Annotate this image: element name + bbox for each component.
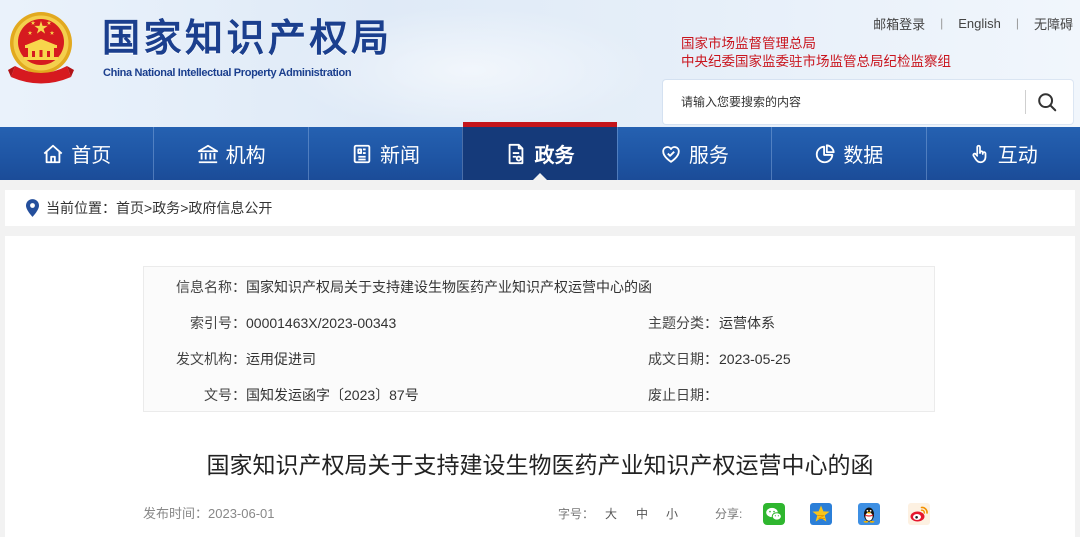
share-label: 分享: [715,507,743,521]
interaction-hand-icon [972,144,987,163]
info-issuer-label: 发文机构： [176,351,246,367]
info-row: 索引号： 00001463X/2023-00343 主题分类： 运营体系 [144,305,934,341]
search-divider [1025,90,1026,114]
site-subtitle: China National Intellectual Property Adm… [103,67,352,79]
publish-label: 发布时间： [143,506,209,521]
publish-time: 发布时间：2023-06-01 [143,503,275,525]
nav-item-data[interactable]: 数据 [771,127,925,180]
accessibility-link[interactable]: 无障碍 [1034,14,1073,33]
breadcrumb-separator: > [144,200,153,216]
info-index-value: 00001463X/2023-00343 [246,315,397,331]
affiliation-link-discipline[interactable]: 中央纪委国家监委驻市场监管总局纪检监察组 [681,53,951,71]
top-links-separator: | [940,16,944,30]
top-links-separator: | [1015,16,1019,30]
font-size-label: 字号： [558,507,595,521]
document-title: 国家知识产权局关于支持建设生物医药产业知识产权运营中心的函 [206,452,874,478]
breadcrumb: 当前位置：首页>政务>政府信息公开 [5,190,1075,226]
info-written-date-value: 2023-05-25 [719,351,791,367]
nav-label: 首页 [71,145,112,167]
home-icon [43,144,63,163]
service-heart-icon [662,145,680,163]
site-logo[interactable]: 国家知识产权局 China National Intellectual Prop… [6,8,406,88]
info-category-value: 运营体系 [719,315,775,331]
institution-icon [197,144,218,163]
search-box [663,80,1073,124]
location-pin-icon [26,199,39,217]
nav-item-affairs[interactable]: 政务 [462,122,618,180]
nav-item-home[interactable]: 首页 [0,127,153,180]
top-links: 邮箱登录 | English | 无障碍 [873,14,1073,32]
info-written-date-label: 成文日期： [648,351,718,367]
font-size-medium-button[interactable]: 中 [636,503,648,525]
affiliations: 国家市场监督管理总局 中央纪委国家监委驻市场监管总局纪检监察组 [681,35,951,71]
info-repeal-date-value [719,377,934,413]
weibo-icon[interactable] [908,503,930,525]
info-row-name: 信息名称： 国家知识产权局关于支持建设生物医药产业知识产权运营中心的函 [144,269,934,305]
font-size-small-button[interactable]: 小 [666,503,678,525]
info-name-label: 信息名称： [176,279,246,295]
font-size-large-button[interactable]: 大 [605,503,617,525]
info-category-label: 主题分类： [648,315,718,331]
info-row: 文号： 国知发运函字〔2023〕87号 废止日期： [144,377,934,413]
main-content: 信息名称： 国家知识产权局关于支持建设生物医药产业知识产权运营中心的函 索引号：… [5,236,1075,537]
nav-label: 互动 [997,145,1038,167]
search-input[interactable] [679,80,1009,124]
info-issuer-value: 运用促进司 [246,351,316,367]
english-link[interactable]: English [958,16,1001,31]
nav-item-institution[interactable]: 机构 [153,127,307,180]
nav-item-news[interactable]: 新闻 [307,127,462,180]
breadcrumb-item-home[interactable]: 首页 [116,200,144,216]
qzone-icon[interactable] [810,503,832,525]
info-repeal-date-label: 废止日期： [648,387,718,403]
nav-item-service[interactable]: 服务 [616,127,771,180]
info-row: 发文机构： 运用促进司 成文日期： 2023-05-25 [144,341,934,377]
nav-label: 新闻 [380,145,421,167]
affairs-document-icon [509,143,524,164]
breadcrumb-trail: 当前位置：首页>政务>政府信息公开 [46,190,272,226]
breadcrumb-item-gov-info[interactable]: 政府信息公开 [188,200,272,216]
email-login-link[interactable]: 邮箱登录 [873,14,925,33]
data-pie-icon [816,143,835,163]
nav-label: 数据 [843,145,884,167]
info-doc-number-label: 文号： [204,387,246,403]
wechat-icon[interactable] [763,503,785,525]
breadcrumb-label: 当前位置： [46,200,116,216]
affiliation-link-samr[interactable]: 国家市场监督管理总局 [681,35,951,53]
document-info-table: 信息名称： 国家知识产权局关于支持建设生物医药产业知识产权运营中心的函 索引号：… [143,266,935,412]
document-meta-bar: 发布时间：2023-06-01 字号： 大 中 小 分享: [5,503,1075,525]
nav-item-interaction[interactable]: 互动 [925,127,1080,180]
info-name-value: 国家知识产权局关于支持建设生物医药产业知识产权运营中心的函 [246,279,652,295]
news-icon [353,144,371,163]
info-index-label: 索引号： [190,315,246,331]
site-header: 国家知识产权局 China National Intellectual Prop… [0,0,1080,127]
site-title: 国家知识产权局 [102,18,393,60]
search-icon[interactable] [1036,91,1058,113]
nav-label: 机构 [225,145,266,167]
qq-icon[interactable] [858,503,880,525]
nav-label: 服务 [688,145,729,167]
main-nav: 首页 机构 新闻 政务 服务 数据 互动 [0,122,1080,180]
breadcrumb-item-affairs[interactable]: 政务 [152,200,180,216]
national-emblem-icon [8,12,74,84]
info-doc-number-value: 国知发运函字〔2023〕87号 [246,387,419,403]
publish-date: 2023-06-01 [208,506,275,521]
nav-label: 政务 [534,145,575,167]
page: 国家知识产权局 China National Intellectual Prop… [0,0,1080,537]
